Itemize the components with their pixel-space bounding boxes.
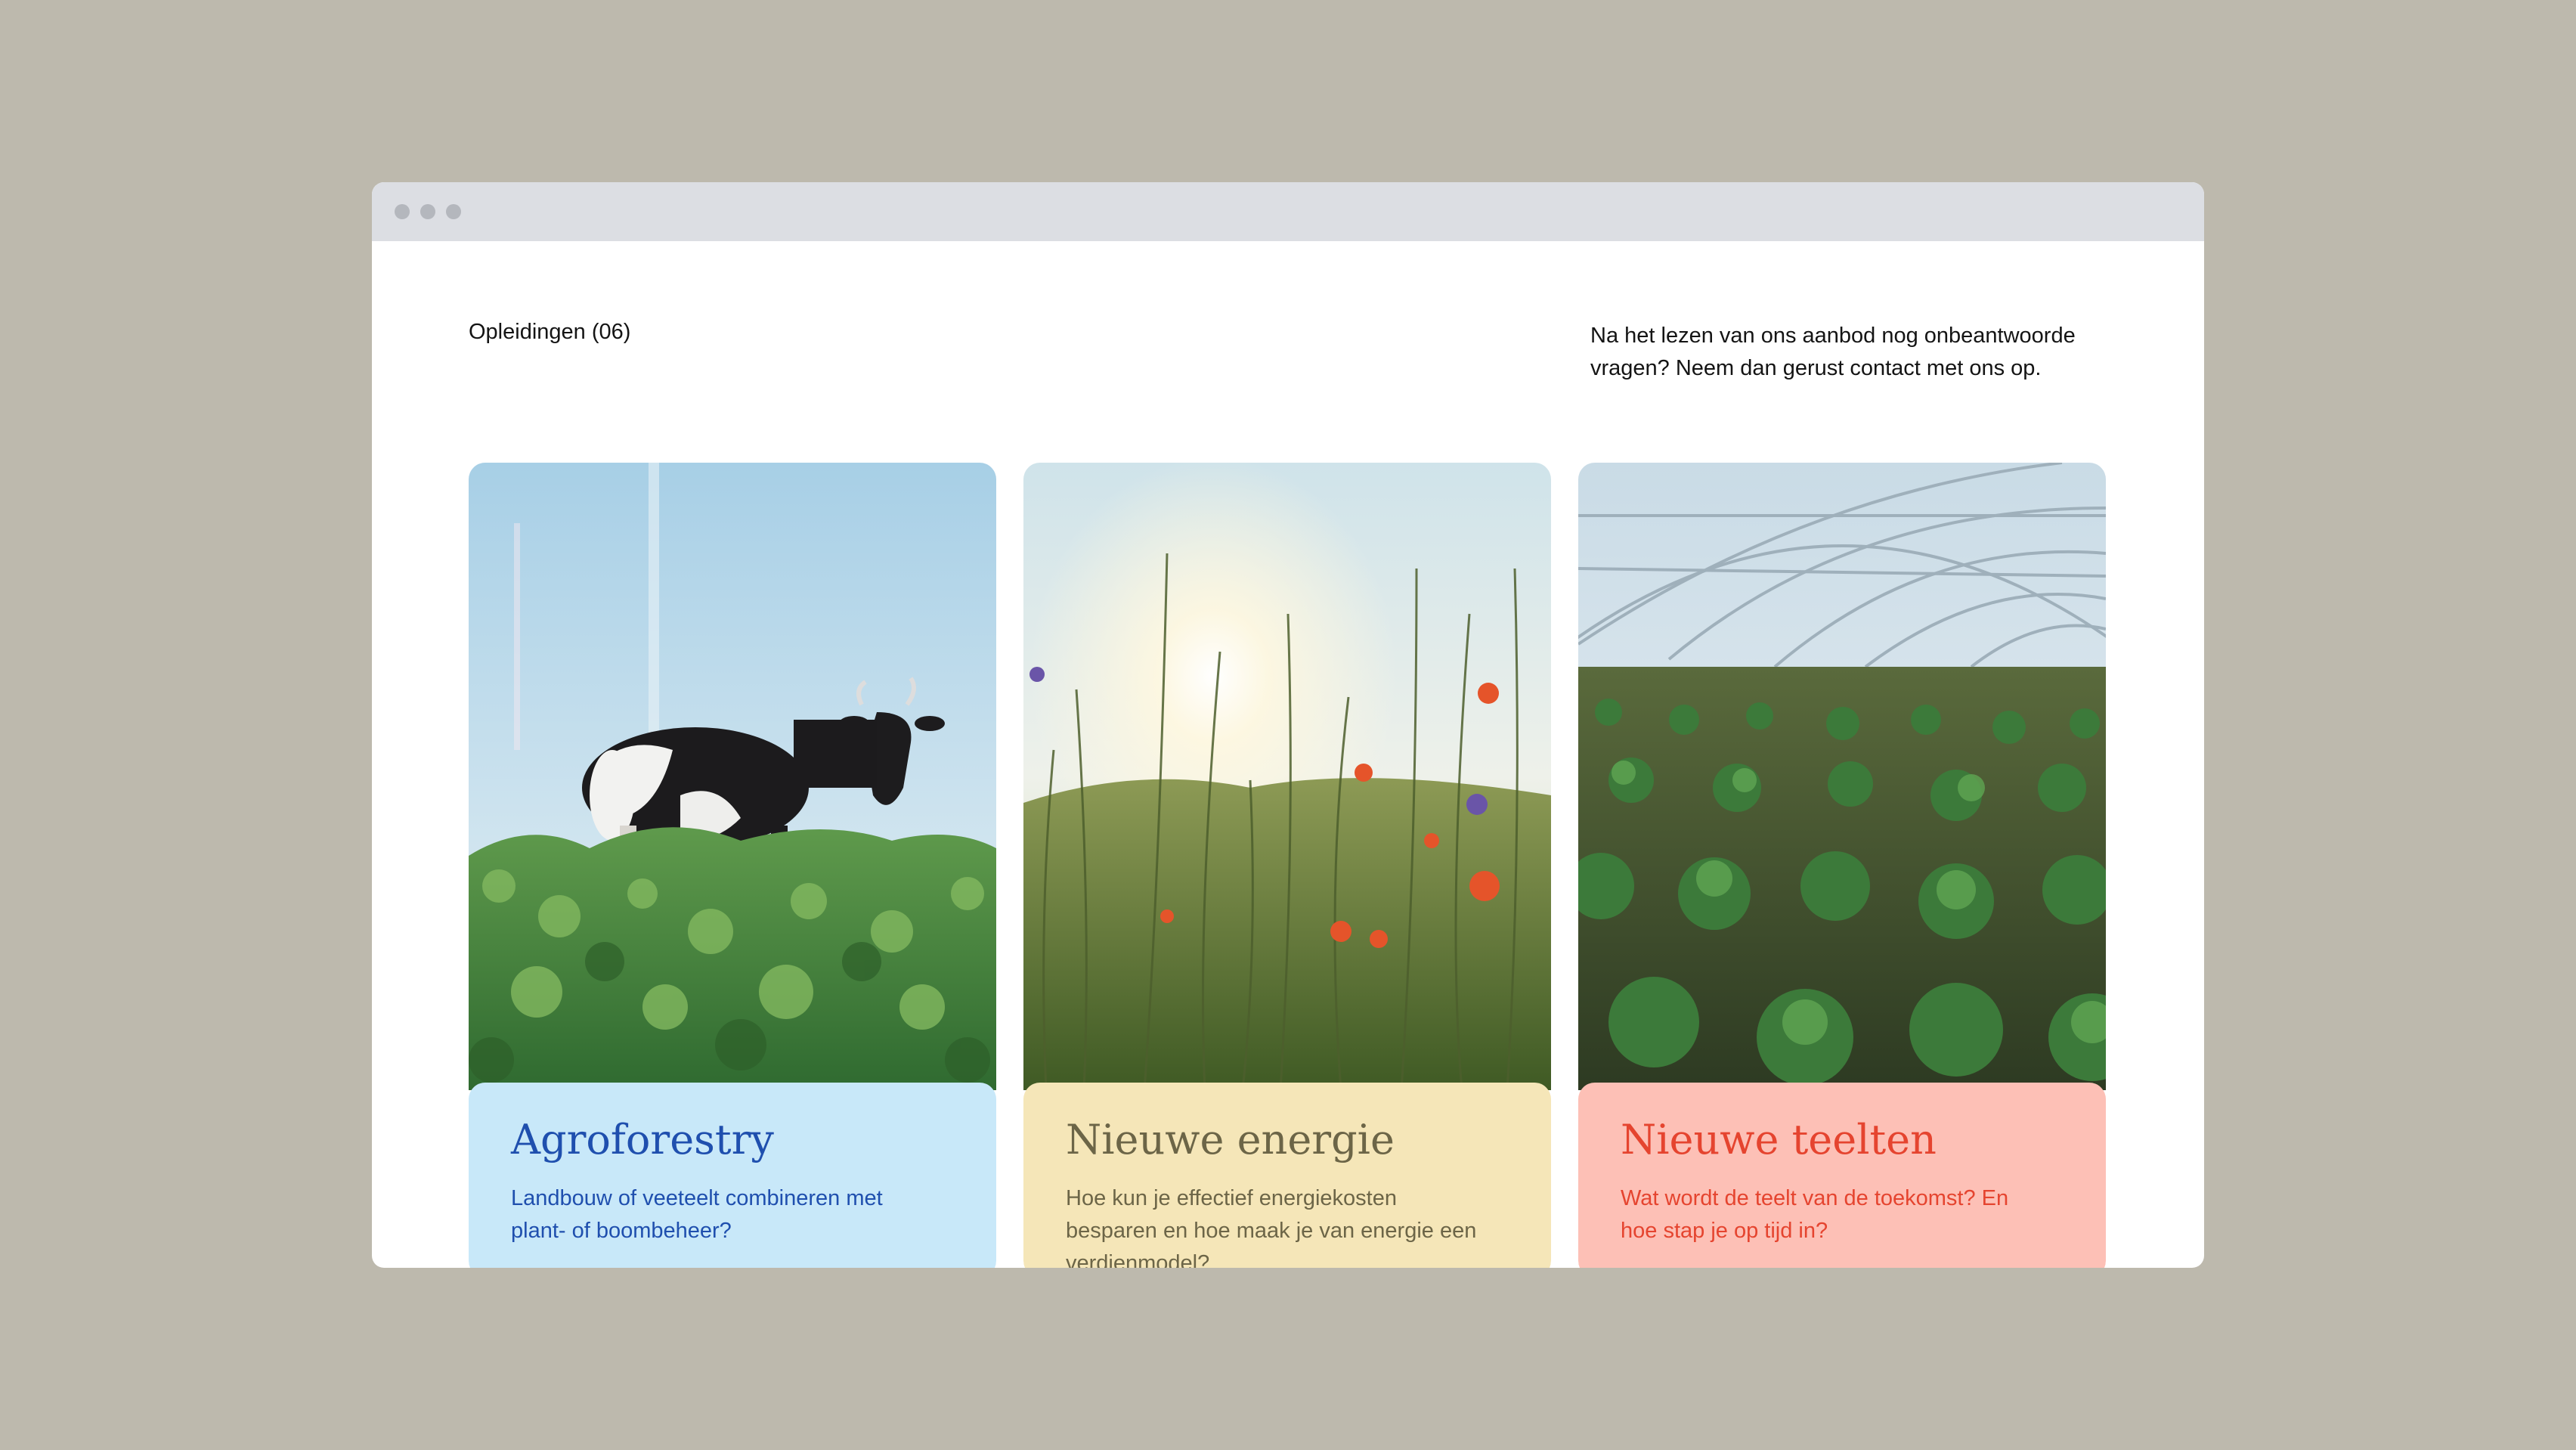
course-card-nieuwe-teelten[interactable]: Nieuwe teelten Wat wordt de teelt van de… — [1578, 463, 2106, 1268]
course-description: Landbouw of veeteelt combineren met plan… — [511, 1186, 883, 1243]
course-cards: Agroforestry Landbouw of veeteelt combin… — [469, 463, 2106, 1268]
course-title: Nieuwe teelten — [1621, 1116, 1937, 1163]
window-dot-icon[interactable] — [395, 204, 410, 219]
page-content: Opleidingen (06) Na het lezen van ons aa… — [372, 241, 2204, 1268]
greenhouse-crops-image — [1578, 463, 2106, 1090]
window-dot-icon[interactable] — [446, 204, 461, 219]
course-card-agroforestry[interactable]: Agroforestry Landbouw of veeteelt combin… — [469, 463, 996, 1268]
wildflowers-sunlight-image — [1023, 463, 1551, 1090]
section-title: Opleidingen (06) — [469, 320, 631, 344]
course-description: Wat wordt de teelt van de toekomst? En h… — [1621, 1186, 2009, 1243]
window-titlebar — [372, 182, 2204, 241]
course-title: Nieuwe energie — [1066, 1116, 1395, 1163]
course-card-body: Nieuwe energie Hoe kun je effectief ener… — [1023, 1083, 1551, 1268]
course-card-nieuwe-energie[interactable]: Nieuwe energie Hoe kun je effectief ener… — [1023, 463, 1551, 1268]
course-title: Agroforestry — [511, 1116, 774, 1163]
course-card-body: Agroforestry Landbouw of veeteelt combin… — [469, 1083, 996, 1268]
course-description: Hoe kun je effectief energiekosten bespa… — [1066, 1186, 1477, 1268]
cow-in-meadow-image — [469, 463, 996, 1090]
window-dot-icon[interactable] — [420, 204, 435, 219]
course-card-body: Nieuwe teelten Wat wordt de teelt van de… — [1578, 1083, 2106, 1268]
intro-text: Na het lezen van ons aanbod nog onbeantw… — [1590, 324, 2076, 380]
browser-window: Opleidingen (06) Na het lezen van ons aa… — [372, 182, 2204, 1268]
